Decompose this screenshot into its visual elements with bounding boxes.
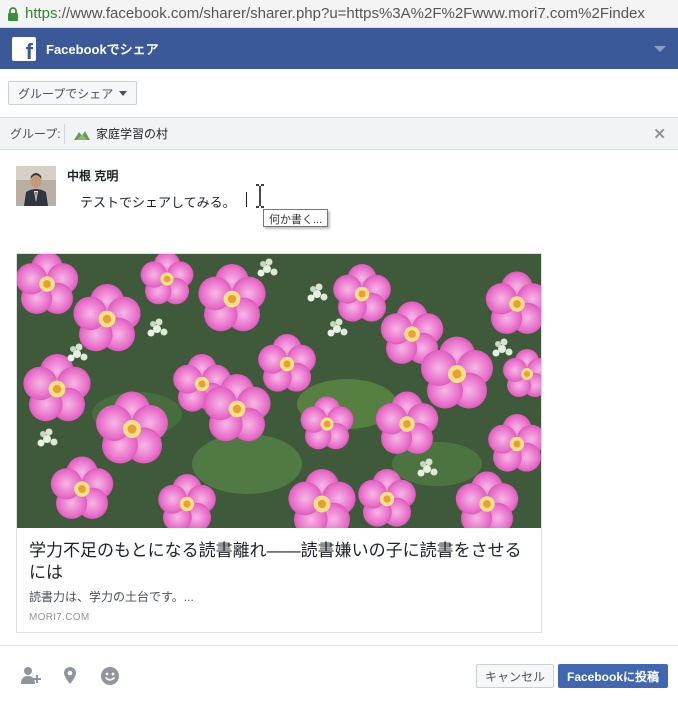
tag-friends-icon[interactable] (20, 666, 42, 686)
user-name: 中根 克明 (67, 169, 119, 183)
chevron-down-icon (119, 90, 128, 96)
url-text: ://www.facebook.com/sharer/sharer.php?u=… (57, 5, 645, 22)
link-preview-card[interactable]: 学力不足のもとになる読書離れ――読書嫌いの子に読書をさせるには 読書力は、学力の… (16, 253, 542, 633)
dialog-header: f Facebookでシェア (0, 28, 678, 69)
group-divider (64, 123, 65, 144)
link-preview-image (17, 254, 541, 528)
group-name: 家庭学習の村 (96, 127, 169, 141)
dialog-title: Facebookでシェア (46, 42, 159, 57)
dialog-footer: キャンセル Facebookに投稿 (0, 645, 678, 706)
text-cursor (246, 192, 247, 207)
avatar (16, 166, 56, 206)
facebook-logo-icon: f (12, 36, 36, 62)
url-scheme: https (25, 5, 58, 22)
feeling-smiley-icon[interactable] (100, 666, 120, 686)
ibeam-cursor-icon (256, 184, 264, 208)
group-mountain-icon (74, 130, 90, 140)
link-domain: MORI7.COM (29, 612, 90, 623)
share-target-dropdown[interactable]: グループでシェア (8, 81, 138, 105)
close-icon[interactable]: ✕ (653, 125, 666, 143)
group-token[interactable]: 家庭学習の村 (73, 125, 168, 142)
header-menu-caret-icon[interactable] (654, 46, 666, 52)
message-input[interactable]: テストでシェアしてみる。 (80, 192, 236, 211)
lock-icon (8, 6, 18, 21)
group-selector[interactable]: グループ: 家庭学習の村 ✕ (0, 117, 678, 150)
link-title[interactable]: 学力不足のもとになる読書離れ――読書嫌いの子に読書をさせるには (29, 540, 529, 584)
tooltip: 何か書く... (263, 209, 329, 227)
share-target-label: グループでシェア (18, 86, 114, 101)
link-description: 読書力は、学力の土台です。... (29, 590, 194, 604)
location-pin-icon[interactable] (63, 666, 77, 686)
group-label: グループ: (10, 127, 61, 141)
post-button[interactable]: Facebookに投稿 (558, 664, 669, 688)
browser-url-bar[interactable]: https://www.facebook.com/sharer/sharer.p… (0, 0, 678, 28)
cancel-button[interactable]: キャンセル (476, 664, 555, 688)
